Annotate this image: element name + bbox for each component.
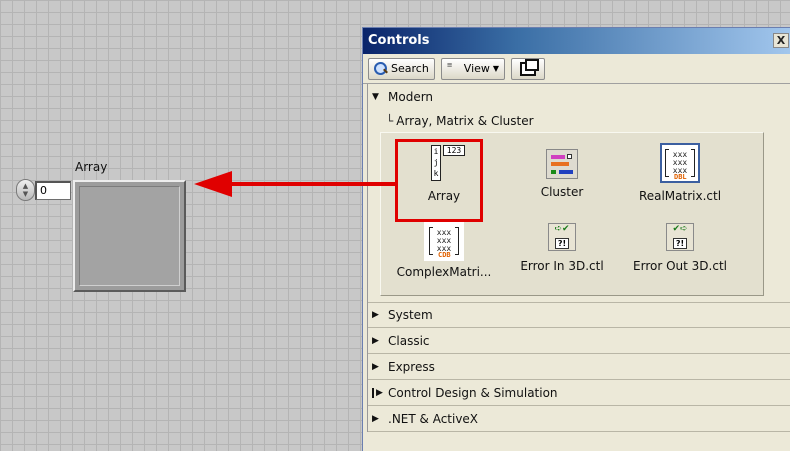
palette-item-label: Cluster [540, 185, 584, 199]
view-button[interactable]: ≡ View ▼ [440, 57, 506, 80]
category-label: Modern [388, 90, 434, 104]
search-button[interactable]: Search [368, 57, 435, 80]
category-modern[interactable]: ▼ Modern [368, 84, 790, 110]
array-element-slot[interactable] [79, 186, 180, 286]
controls-palette: Controls X Search ≡ View ▼ ▼ Modern └ Ar… [362, 27, 790, 451]
complex-matrix-icon: xxx xxx xxx CDB [424, 221, 464, 261]
error-arrows-icon: ➪✔ [554, 224, 570, 234]
palette-item-label: RealMatrix.ctl [638, 189, 722, 203]
error-arrows-icon: ✔➪ [672, 224, 688, 234]
index-value-field[interactable]: 0 [35, 180, 71, 200]
palette-item-label: Array [427, 189, 461, 203]
palette-item-realmatrix[interactable]: xxx xxx xxx DBL RealMatrix.ctl [621, 139, 739, 221]
collapsed-triangle-icon: ▶ [372, 361, 379, 372]
decrement-arrow-icon[interactable]: ▼ [23, 190, 28, 198]
collapsed-triangle-icon: ▶ [372, 335, 379, 346]
restore-window-button[interactable] [511, 57, 546, 80]
real-matrix-icon: xxx xxx xxx DBL [660, 143, 700, 183]
palette-item-error-in[interactable]: ➪✔ ?! Error In 3D.ctl [503, 221, 621, 297]
collapsed-triangle-icon: ▶ [372, 387, 388, 398]
palette-toolbar: Search ≡ View ▼ [363, 54, 790, 84]
expanded-triangle-icon: ▼ [372, 92, 379, 102]
array-icon: i j k 123 [425, 145, 465, 183]
array-label: Array [75, 160, 108, 174]
category-label: Classic [388, 333, 430, 348]
view-button-label: View [463, 62, 490, 75]
category-label: Control Design & Simulation [388, 385, 558, 400]
error-out-icon: ✔➪ ?! [666, 223, 694, 251]
index-spinner[interactable]: ▲ ▼ [16, 179, 35, 201]
category-label: Express [388, 359, 435, 374]
category-control-design[interactable]: ▶ Control Design & Simulation [368, 380, 790, 406]
array-index-glyph: i j k [431, 145, 441, 181]
palette-item-error-out[interactable]: ✔➪ ?! Error Out 3D.ctl [621, 221, 739, 297]
error-in-icon: ➪✔ ?! [548, 223, 576, 251]
cluster-icon [546, 149, 578, 179]
subcategory-label: Array, Matrix & Cluster [396, 114, 534, 128]
restore-window-icon [520, 58, 540, 76]
tree-corner-icon: └ [386, 114, 394, 128]
chevron-down-icon: ▼ [492, 64, 500, 73]
palette-icon-grid: i j k 123 Array Cluster xxxxxxxxx DBL [380, 132, 764, 296]
collapsed-triangle-icon: ▶ [372, 413, 379, 424]
palette-tree: ▼ Modern └ Array, Matrix & Cluster i j k… [367, 84, 790, 432]
close-button[interactable]: X [773, 33, 789, 48]
error-cluster-glyph: ?! [672, 238, 688, 249]
category-label: .NET & ActiveX [388, 411, 479, 426]
search-button-label: Search [391, 62, 429, 75]
palette-titlebar[interactable]: Controls X [363, 28, 790, 54]
palette-item-complexmatrix[interactable]: xxx xxx xxx CDB ComplexMatri... [385, 221, 503, 297]
view-list-icon: ≡ [446, 60, 453, 69]
subcategory-array-matrix-cluster[interactable]: └ Array, Matrix & Cluster [368, 110, 790, 132]
array-shell[interactable] [73, 180, 186, 292]
palette-item-label: Error Out 3D.ctl [633, 259, 727, 273]
complex-matrix-tag: CDB [438, 251, 451, 259]
increment-arrow-icon[interactable]: ▲ [23, 182, 28, 190]
real-matrix-tag: DBL [674, 173, 687, 181]
array-value-glyph: 123 [443, 145, 465, 156]
collapsed-triangle-icon: ▶ [372, 310, 379, 320]
palette-item-array[interactable]: i j k 123 Array [385, 139, 503, 221]
palette-item-label: Error In 3D.ctl [520, 259, 604, 273]
palette-title: Controls [368, 33, 430, 48]
palette-item-label: ComplexMatri... [396, 265, 492, 279]
category-classic[interactable]: ▶ Classic [368, 328, 790, 354]
category-dotnet-activex[interactable]: ▶ .NET & ActiveX [368, 406, 790, 432]
palette-item-cluster[interactable]: Cluster [503, 139, 621, 221]
category-system[interactable]: ▶ System [368, 302, 790, 328]
search-icon [374, 61, 388, 76]
array-index-display[interactable]: ▲ ▼ 0 [16, 179, 71, 201]
error-cluster-glyph: ?! [554, 238, 570, 249]
category-express[interactable]: ▶ Express [368, 354, 790, 380]
category-label: System [388, 308, 433, 322]
